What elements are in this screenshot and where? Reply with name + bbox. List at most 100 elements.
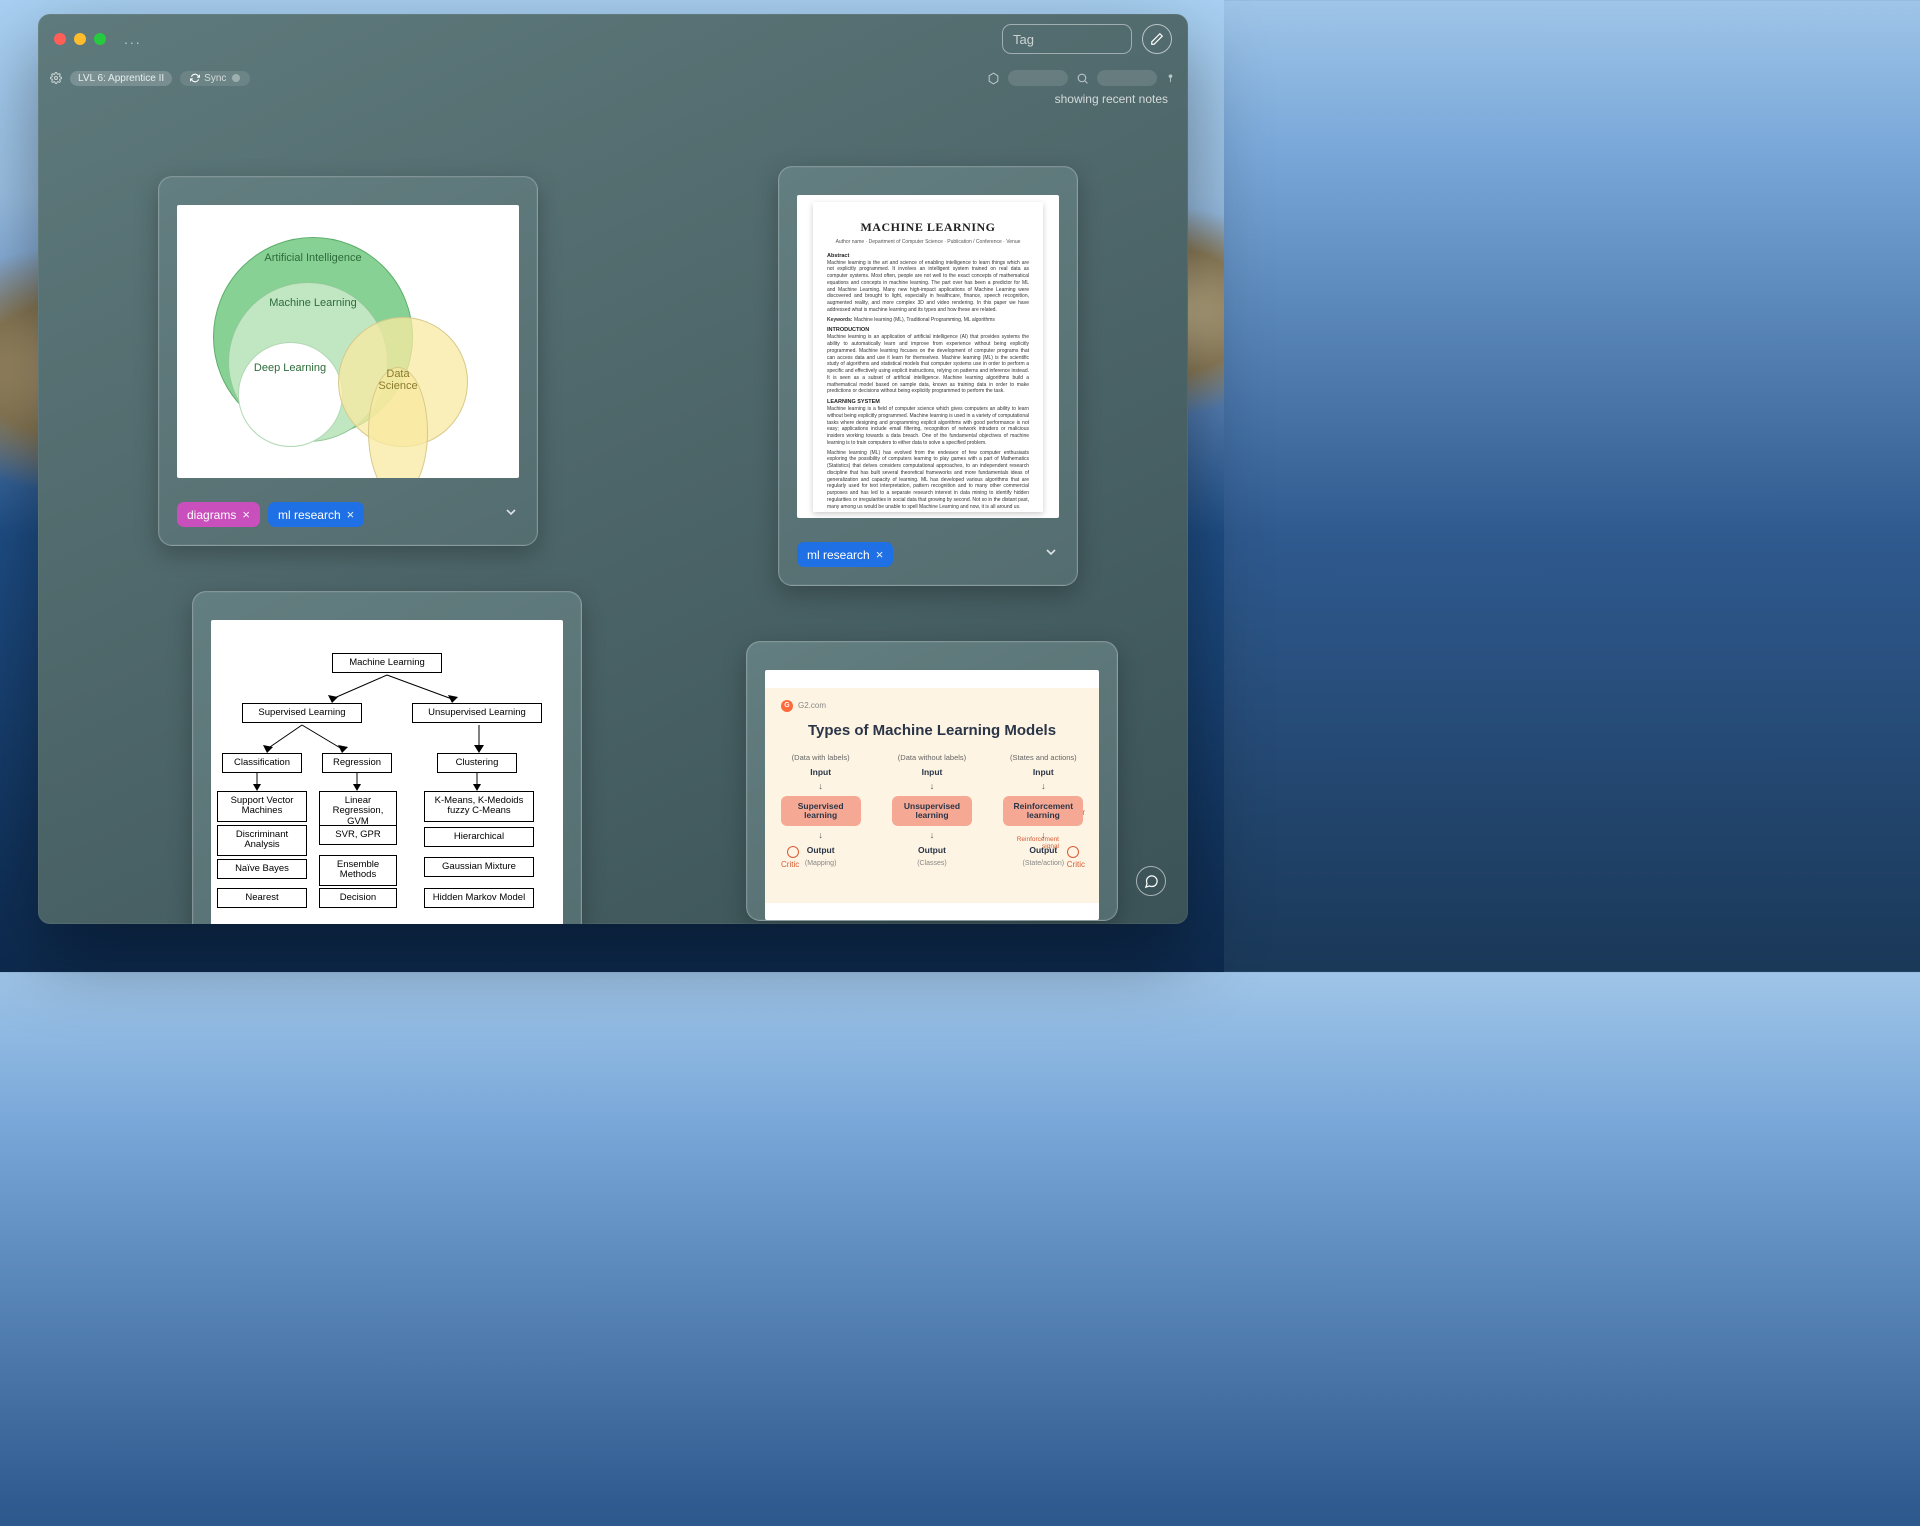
edit-button[interactable] <box>1142 24 1172 54</box>
tag-label: ml research <box>807 548 870 562</box>
flow-regression: Regression <box>322 753 392 773</box>
tag-chip-ml-research[interactable]: ml research × <box>797 542 893 567</box>
g2-title: Types of Machine Learning Models <box>765 688 1099 739</box>
flow-item: Support Vector Machines <box>217 791 307 822</box>
window-controls <box>54 33 106 45</box>
note-thumbnail: Machine Learning Supervised Learning Uns… <box>211 620 563 924</box>
g2-outsub: (Classes) <box>917 860 947 867</box>
level-badge: LVL 6: Apprentice II <box>70 71 172 86</box>
toolbar-pill-1[interactable] <box>1008 70 1068 86</box>
pin-icon[interactable] <box>1165 71 1176 85</box>
paper-preview: MACHINE LEARNING Author name · Departmen… <box>813 202 1043 512</box>
section-heading: INTRODUCTION <box>827 327 1029 333</box>
minimize-button[interactable] <box>74 33 86 45</box>
flow-item: Hierarchical <box>424 827 534 847</box>
paper-authors: Author name · Department of Computer Sci… <box>827 239 1029 245</box>
flow-arrows <box>312 673 472 703</box>
arrow-down-icon: ↓ <box>1041 782 1046 791</box>
note-card-venn[interactable]: Artificial Intelligence Machine Learning… <box>158 176 538 546</box>
keywords-label: Keywords: <box>827 317 853 323</box>
g2-input: Input <box>810 767 831 777</box>
flow-unsupervised: Unsupervised Learning <box>412 703 542 723</box>
search-icon[interactable] <box>1076 72 1089 85</box>
tag-chip-ml-research[interactable]: ml research × <box>268 502 364 527</box>
tag-input[interactable] <box>1002 24 1132 54</box>
more-menu[interactable]: ... <box>124 31 142 47</box>
g2-box: Supervised learning <box>781 796 861 827</box>
g2-source-label: G2.com <box>798 701 826 710</box>
venn-label-ai: Artificial Intelligence <box>258 252 368 265</box>
g2-infographic: G G2.com Types of Machine Learning Model… <box>765 688 1099 903</box>
settings-icon[interactable] <box>50 72 62 84</box>
g2-outsub: (State/action) <box>1022 860 1064 867</box>
remove-tag-icon[interactable]: × <box>876 547 884 562</box>
flow-item: Discriminant Analysis <box>217 825 307 856</box>
flow-supervised: Supervised Learning <box>242 703 362 723</box>
chevron-down-icon <box>503 504 519 520</box>
venn-label-ml: Machine Learning <box>258 297 368 310</box>
flow-item: SVR, GPR <box>319 825 397 845</box>
tag-chip-diagrams[interactable]: diagrams × <box>177 502 260 527</box>
arrow-down-icon: ↓ <box>930 831 935 840</box>
note-thumbnail: Artificial Intelligence Machine Learning… <box>177 205 519 478</box>
flow-item: K-Means, K-Medoids fuzzy C-Means <box>424 791 534 822</box>
flow-item: Ensemble Methods <box>319 855 397 886</box>
note-card-flowchart[interactable]: Machine Learning Supervised Learning Uns… <box>192 591 582 924</box>
flow-item: Decision <box>319 888 397 908</box>
hexagon-icon[interactable] <box>987 72 1000 85</box>
tag-label: ml research <box>278 508 341 522</box>
refresh-icon <box>190 73 200 83</box>
sync-status-dot <box>232 74 240 82</box>
note-thumbnail: MACHINE LEARNING Author name · Departmen… <box>797 195 1059 518</box>
g2-input: Input <box>922 767 943 777</box>
pencil-icon <box>1150 32 1164 46</box>
flow-root: Machine Learning <box>332 653 442 673</box>
g2-output: Output <box>807 845 835 855</box>
zoom-button[interactable] <box>94 33 106 45</box>
g2-col-reinforcement: (States and actions) Input ↓ Reinforceme… <box>998 753 1088 868</box>
g2-box: Unsupervised learning <box>892 796 972 827</box>
expand-tags-button[interactable] <box>503 504 519 525</box>
flow-item: Naïve Bayes <box>217 859 307 879</box>
chat-button[interactable] <box>1136 866 1166 896</box>
g2-subtitle: (Data without labels) <box>898 753 966 762</box>
note-card-g2[interactable]: G G2.com Types of Machine Learning Model… <box>746 641 1118 921</box>
note-thumbnail: G G2.com Types of Machine Learning Model… <box>765 670 1099 920</box>
flow-arrows <box>472 773 482 791</box>
arrow-down-icon: ↓ <box>818 831 823 840</box>
remove-tag-icon[interactable]: × <box>347 507 355 522</box>
chat-icon <box>1144 874 1159 889</box>
flow-clustering: Clustering <box>437 753 517 773</box>
sync-label: Sync <box>204 73 226 84</box>
sync-button[interactable]: Sync <box>180 71 250 86</box>
g2-subtitle: (States and actions) <box>1010 753 1077 762</box>
g2-source: G G2.com <box>781 700 826 712</box>
g2-outsub: (Mapping) <box>805 860 837 867</box>
keywords-text: Machine learning (ML), Traditional Progr… <box>854 317 995 323</box>
g2-subtitle: (Data with labels) <box>792 753 850 762</box>
chevron-down-icon <box>1043 544 1059 560</box>
flow-arrows <box>252 723 372 753</box>
close-button[interactable] <box>54 33 66 45</box>
g2-input: Input <box>1033 767 1054 777</box>
g2-output: Output <box>918 845 946 855</box>
app-window: ... LVL 6: Apprentice II Sync showing re… <box>38 14 1188 924</box>
status-text: showing recent notes <box>1055 92 1168 106</box>
canvas[interactable]: Artificial Intelligence Machine Learning… <box>38 106 1188 916</box>
flow-arrows <box>467 723 497 753</box>
venn-diagram: Artificial Intelligence Machine Learning… <box>198 237 498 447</box>
remove-tag-icon[interactable]: × <box>242 507 250 522</box>
arrow-down-icon: ↓ <box>818 782 823 791</box>
paper-title: MACHINE LEARNING <box>827 220 1029 235</box>
section-heading: LEARNING SYSTEM <box>827 399 1029 405</box>
toolbar-pill-2[interactable] <box>1097 70 1157 86</box>
note-card-paper[interactable]: MACHINE LEARNING Author name · Departmen… <box>778 166 1078 586</box>
tags-row: diagrams × ml research × <box>159 492 537 545</box>
flow-arrows <box>352 773 362 791</box>
flow-item: Gaussian Mixture <box>424 857 534 877</box>
meta-row: showing recent notes <box>38 92 1188 106</box>
g2-col-unsupervised: (Data without labels) Input ↓ Unsupervis… <box>887 753 977 868</box>
arrow-down-icon: ↓ <box>1041 831 1046 840</box>
expand-tags-button[interactable] <box>1043 544 1059 565</box>
flowchart: Machine Learning Supervised Learning Uns… <box>212 645 562 924</box>
